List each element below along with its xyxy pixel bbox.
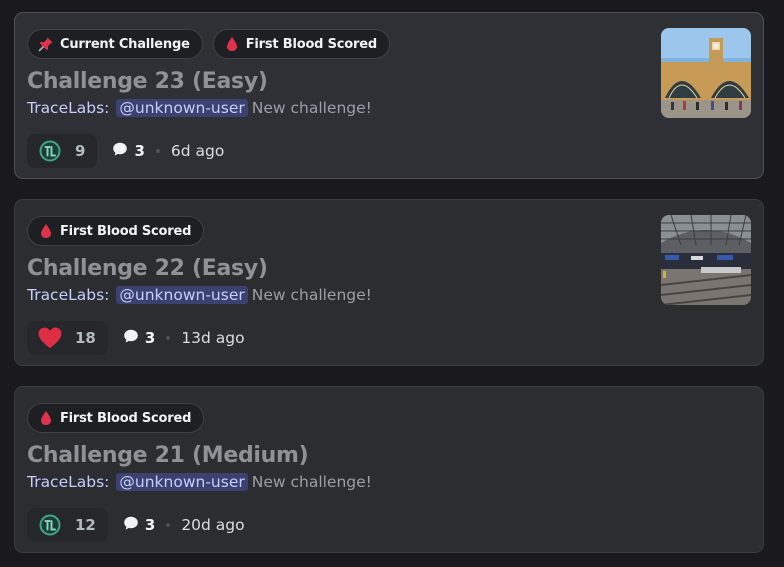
thread-footer: 9 3 6d ago bbox=[27, 134, 224, 168]
thread-footer: 18 3 13d ago bbox=[27, 321, 245, 355]
separator-dot bbox=[166, 523, 171, 527]
thread-title[interactable]: Challenge 21 (Medium) bbox=[27, 443, 309, 468]
tag-first-blood[interactable]: First Blood Scored bbox=[27, 216, 205, 246]
reply-count: 3 bbox=[123, 328, 155, 348]
author-name: TraceLabs: bbox=[27, 286, 110, 304]
author-name: TraceLabs: bbox=[27, 99, 110, 117]
tag-first-blood[interactable]: First Blood Scored bbox=[212, 29, 390, 59]
reaction-button[interactable]: 18 bbox=[27, 321, 108, 355]
tag-label: First Blood Scored bbox=[245, 36, 377, 52]
speech-bubble-icon bbox=[123, 328, 139, 348]
message-preview: TraceLabs: @unknown-user New challenge! bbox=[27, 286, 372, 304]
thread-tags: First Blood Scored bbox=[27, 216, 205, 246]
tag-label: First Blood Scored bbox=[60, 410, 192, 426]
message-preview: TraceLabs: @unknown-user New challenge! bbox=[27, 473, 372, 491]
thread-tags: First Blood Scored bbox=[27, 403, 205, 433]
tracelabs-icon bbox=[37, 512, 63, 538]
reaction-button[interactable]: 9 bbox=[27, 134, 98, 168]
blood-drop-icon bbox=[38, 410, 54, 426]
thread-title[interactable]: Challenge 23 (Easy) bbox=[27, 69, 268, 94]
thread-age: 20d ago bbox=[181, 516, 245, 534]
tag-label: First Blood Scored bbox=[60, 223, 192, 239]
reply-count-value: 3 bbox=[144, 329, 156, 347]
user-mention[interactable]: @unknown-user bbox=[116, 473, 248, 491]
thread-card[interactable]: First Blood Scored Challenge 22 (Easy) T… bbox=[14, 199, 764, 366]
blood-drop-icon bbox=[224, 36, 240, 52]
separator-dot bbox=[166, 336, 171, 340]
tag-first-blood[interactable]: First Blood Scored bbox=[27, 403, 205, 433]
reaction-count: 9 bbox=[75, 142, 86, 160]
reaction-button[interactable]: 12 bbox=[27, 508, 108, 542]
tag-current-challenge[interactable]: Current Challenge bbox=[27, 29, 203, 59]
thread-thumbnail[interactable] bbox=[661, 215, 751, 305]
thread-card[interactable]: Current Challenge First Blood Scored Cha… bbox=[14, 12, 764, 179]
blood-drop-icon bbox=[38, 223, 54, 239]
reply-count: 3 bbox=[112, 141, 145, 161]
reaction-count: 18 bbox=[75, 329, 96, 347]
heart-icon bbox=[37, 325, 63, 351]
message-text: New challenge! bbox=[251, 286, 372, 304]
message-text: New challenge! bbox=[251, 99, 372, 117]
tracelabs-icon bbox=[37, 138, 63, 164]
author-name: TraceLabs: bbox=[27, 473, 110, 491]
pushpin-icon bbox=[38, 36, 54, 52]
user-mention[interactable]: @unknown-user bbox=[116, 99, 248, 117]
tag-label: Current Challenge bbox=[60, 36, 190, 52]
separator-dot bbox=[155, 149, 160, 153]
thread-tags: Current Challenge First Blood Scored bbox=[27, 29, 390, 59]
thread-thumbnail[interactable] bbox=[661, 28, 751, 118]
thread-card[interactable]: First Blood Scored Challenge 21 (Medium)… bbox=[14, 386, 764, 553]
thread-age: 6d ago bbox=[170, 142, 225, 160]
reply-count-value: 3 bbox=[134, 142, 145, 160]
message-preview: TraceLabs: @unknown-user New challenge! bbox=[27, 99, 372, 117]
message-text: New challenge! bbox=[251, 473, 372, 491]
speech-bubble-icon bbox=[112, 141, 128, 161]
reaction-count: 12 bbox=[75, 516, 96, 534]
user-mention[interactable]: @unknown-user bbox=[116, 286, 248, 304]
thread-title[interactable]: Challenge 22 (Easy) bbox=[27, 256, 268, 281]
thread-footer: 12 3 20d ago bbox=[27, 508, 245, 542]
reply-count-value: 3 bbox=[144, 516, 156, 534]
thread-age: 13d ago bbox=[181, 329, 245, 347]
reply-count: 3 bbox=[123, 515, 155, 535]
speech-bubble-icon bbox=[123, 515, 139, 535]
